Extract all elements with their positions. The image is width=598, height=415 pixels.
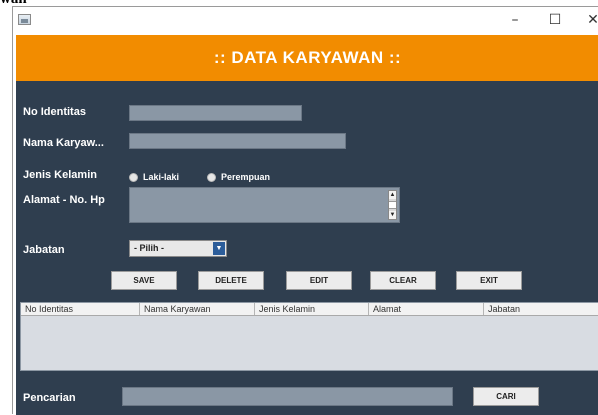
radio-laki-laki[interactable]: Laki-laki bbox=[129, 170, 179, 184]
java-app-icon bbox=[18, 14, 31, 25]
radio-button-icon[interactable] bbox=[207, 172, 216, 182]
jabatan-select[interactable]: - Pilih - ▼ bbox=[129, 240, 227, 257]
app-window: – ☐ ✕ :: DATA KARYAWAN :: No Identitas N… bbox=[12, 6, 598, 415]
scroll-up-icon[interactable]: ▲ bbox=[389, 191, 396, 199]
exit-button[interactable]: EXIT bbox=[456, 271, 522, 290]
nama-karyawan-input[interactable] bbox=[129, 133, 346, 149]
search-input[interactable] bbox=[122, 387, 453, 406]
edit-button[interactable]: EDIT bbox=[286, 271, 352, 290]
column-header-jenis-kelamin[interactable]: Jenis Kelamin bbox=[255, 303, 369, 315]
alamat-label: Alamat - No. Hp bbox=[23, 194, 105, 206]
save-button[interactable]: SAVE bbox=[111, 271, 177, 290]
vertical-scrollbar[interactable]: ▲ ▼ bbox=[388, 190, 397, 220]
page-title: :: DATA KARYAWAN :: bbox=[213, 48, 402, 67]
chevron-down-icon[interactable]: ▼ bbox=[213, 242, 225, 255]
nama-karyawan-label: Nama Karyaw... bbox=[23, 137, 104, 149]
header-banner: :: DATA KARYAWAN :: bbox=[16, 35, 598, 81]
scroll-down-icon[interactable]: ▼ bbox=[389, 211, 396, 219]
title-bar: – ☐ ✕ bbox=[13, 7, 598, 33]
delete-button[interactable]: DELETE bbox=[198, 271, 264, 290]
radio-label: Laki-laki bbox=[143, 172, 180, 182]
jabatan-label: Jabatan bbox=[23, 244, 65, 256]
column-header-alamat[interactable]: Alamat bbox=[369, 303, 484, 315]
radio-button-icon[interactable] bbox=[129, 172, 138, 182]
no-identitas-input[interactable] bbox=[129, 105, 302, 121]
maximize-icon[interactable]: ☐ bbox=[545, 11, 565, 29]
column-header-nama-karyawan[interactable]: Nama Karyawan bbox=[140, 303, 255, 315]
column-header-no-identitas[interactable]: No Identitas bbox=[21, 303, 140, 315]
table-header: No Identitas Nama Karyawan Jenis Kelamin… bbox=[21, 303, 598, 316]
close-icon[interactable]: ✕ bbox=[583, 11, 598, 29]
jenis-kelamin-label: Jenis Kelamin bbox=[23, 169, 97, 181]
column-header-jabatan[interactable]: Jabatan bbox=[484, 303, 598, 315]
radio-perempuan[interactable]: Perempuan bbox=[207, 170, 270, 184]
minimize-icon[interactable]: – bbox=[505, 11, 525, 29]
scroll-thumb[interactable] bbox=[389, 201, 396, 209]
radio-label: Perempuan bbox=[221, 172, 271, 182]
clear-button[interactable]: CLEAR bbox=[370, 271, 436, 290]
jabatan-selected-value: - Pilih - bbox=[134, 243, 164, 253]
pencarian-label: Pencarian bbox=[23, 392, 76, 404]
no-identitas-label: No Identitas bbox=[23, 106, 86, 118]
alamat-textarea[interactable]: ▲ ▼ bbox=[129, 187, 400, 223]
search-button[interactable]: CARI bbox=[473, 387, 539, 406]
main-panel: :: DATA KARYAWAN :: No Identitas Nama Ka… bbox=[16, 35, 598, 415]
karyawan-table[interactable]: No Identitas Nama Karyawan Jenis Kelamin… bbox=[20, 302, 598, 371]
